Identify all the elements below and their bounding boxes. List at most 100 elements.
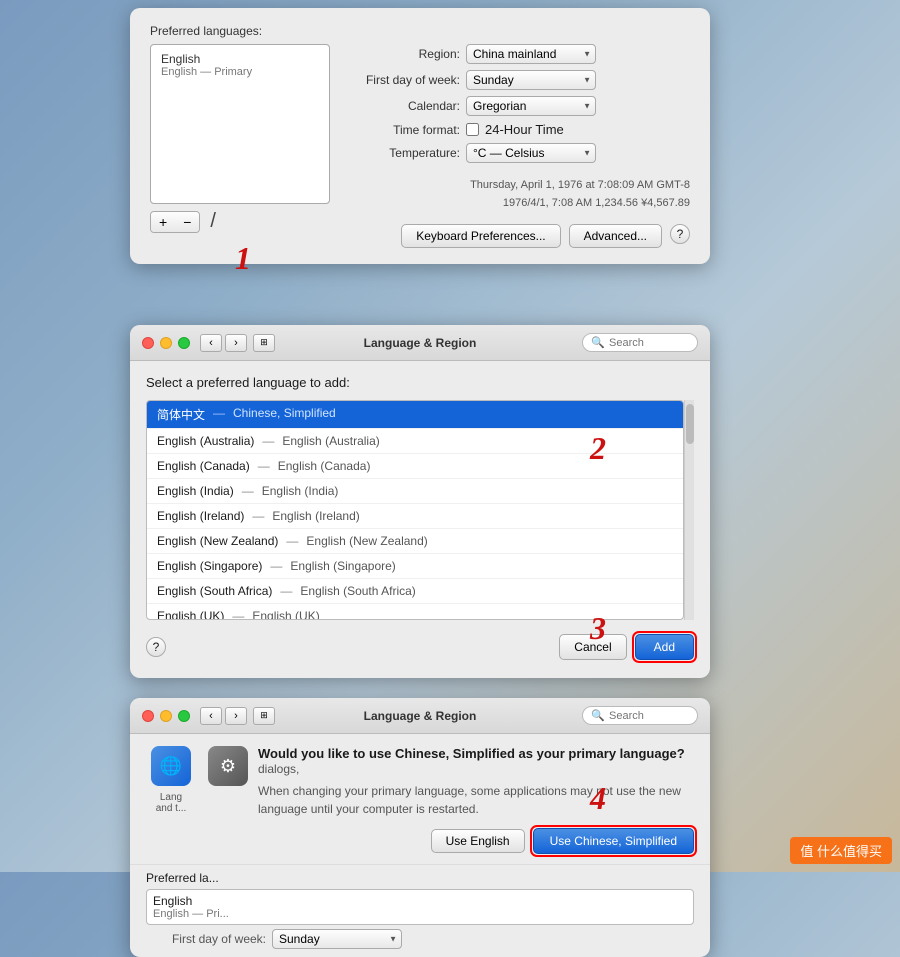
keyboard-preferences-button[interactable]: Keyboard Preferences... (401, 224, 560, 248)
panel3-first-day-select[interactable]: Sunday (272, 929, 402, 949)
language-native: English (161, 52, 319, 66)
lang-native: 简体中文 (157, 406, 205, 423)
preferred-lang-label: Preferred la... (146, 871, 694, 885)
calendar-select-wrapper[interactable]: Gregorian (466, 96, 596, 116)
region-label: Region: (350, 47, 460, 61)
lang-item-english-ca[interactable]: English (Canada) — English (Canada) (147, 454, 683, 479)
pref-lang-native: English (153, 894, 687, 908)
lang-english: English (UK) (252, 609, 319, 620)
panel2-search-box[interactable]: 🔍 (582, 333, 698, 352)
lang-english: English (South Africa) (300, 584, 415, 598)
scrollbar[interactable] (684, 400, 694, 620)
lang-native: English (Canada) (157, 459, 250, 473)
calendar-select[interactable]: Gregorian (466, 96, 596, 116)
lang-english: English (India) (262, 484, 339, 498)
panel3-search-input[interactable] (609, 710, 689, 722)
lang-english: English (Ireland) (272, 509, 359, 523)
lang-dash: — (213, 406, 225, 423)
maximize-button[interactable] (178, 337, 190, 349)
lang-english: English (Canada) (278, 459, 371, 473)
grid-button[interactable]: ⊞ (253, 334, 275, 352)
help-button[interactable]: ? (670, 224, 690, 244)
back-button[interactable]: ‹ (200, 334, 222, 352)
first-day-select[interactable]: Sunday (466, 70, 596, 90)
first-day-label: First day of week: (350, 73, 460, 87)
panel3-back-button[interactable]: ‹ (200, 707, 222, 725)
preferred-lang-value: English English — Pri... (146, 889, 694, 925)
panel2-footer: ? Cancel Add (146, 634, 694, 664)
calendar-row: Calendar: Gregorian (350, 96, 690, 116)
scroll-thumb[interactable] (686, 404, 694, 444)
lang-english: Chinese, Simplified (233, 406, 336, 423)
lang-picker-list: 简体中文 — Chinese, Simplified English (Aust… (146, 400, 684, 620)
panel2-titlebar: ‹ › ⊞ Language & Region 🔍 (130, 325, 710, 361)
temperature-select-wrapper[interactable]: °C — Celsius (466, 143, 596, 163)
temperature-row: Temperature: °C — Celsius (350, 143, 690, 163)
panel3-titlebar: ‹ › ⊞ Language & Region 🔍 (130, 698, 710, 734)
dialog-description: When changing your primary language, som… (258, 782, 694, 818)
language-list-item-english[interactable]: English English — Primary (155, 49, 325, 81)
temperature-select[interactable]: °C — Celsius (466, 143, 596, 163)
cancel-button[interactable]: Cancel (559, 634, 626, 660)
lang-english: English (Australia) (282, 434, 379, 448)
first-day-row: First day of week: Sunday (350, 70, 690, 90)
use-chinese-button[interactable]: Use Chinese, Simplified (533, 828, 694, 854)
lang-item-english-au[interactable]: English (Australia) — English (Australia… (147, 429, 683, 454)
panel3-close-button[interactable] (142, 710, 154, 722)
panel3-minimize-button[interactable] (160, 710, 172, 722)
panel3-forward-button[interactable]: › (225, 707, 247, 725)
lang-item-english-za[interactable]: English (South Africa) — English (South … (147, 579, 683, 604)
time-format-row: Time format: 24-Hour Time (350, 122, 690, 137)
language-description: English — Primary (161, 66, 319, 78)
panel3-maximize-button[interactable] (178, 710, 190, 722)
add-button[interactable]: Add (635, 634, 694, 660)
panel2-help-button[interactable]: ? (146, 637, 166, 657)
lang-native: English (New Zealand) (157, 534, 278, 548)
lang-native: English (Ireland) (157, 509, 244, 523)
close-button[interactable] (142, 337, 154, 349)
sidebar-lang-text: Langand t... (156, 792, 187, 814)
panel1-language-region: Preferred languages: English English — P… (130, 8, 710, 264)
time-format-checkbox[interactable] (466, 123, 479, 136)
panel2-header-label: Select a preferred language to add: (146, 375, 694, 390)
lang-region-icon: 🌐 (151, 746, 191, 786)
lang-native: English (UK) (157, 609, 224, 620)
region-select-wrapper[interactable]: China mainland (466, 44, 596, 64)
lang-item-english-ie[interactable]: English (Ireland) — English (Ireland) (147, 504, 683, 529)
add-remove-box: + − (150, 211, 200, 233)
lang-dash: — (242, 484, 254, 498)
lang-item-english-nz[interactable]: English (New Zealand) — English (New Zea… (147, 529, 683, 554)
panel1-right-settings: Region: China mainland First day of week… (350, 44, 690, 248)
preview-text: Thursday, April 1, 1976 at 7:08:09 AM GM… (350, 177, 690, 212)
panel3-body: 🌐 Langand t... ⚙ Would you like to use C… (130, 734, 710, 864)
dialog-content: Would you like to use Chinese, Simplifie… (258, 746, 694, 818)
lang-item-english-sg[interactable]: English (Singapore) — English (Singapore… (147, 554, 683, 579)
lang-item-english-uk[interactable]: English (UK) — English (UK) (147, 604, 683, 620)
panel2-search-input[interactable] (609, 337, 689, 349)
region-select[interactable]: China mainland (466, 44, 596, 64)
traffic-lights (142, 337, 190, 349)
time-format-text: 24-Hour Time (485, 122, 564, 137)
panel3-first-day-select-wrapper[interactable]: Sunday (272, 929, 402, 949)
use-english-button[interactable]: Use English (431, 829, 525, 853)
lang-dash: — (252, 509, 264, 523)
lang-item-simplified-chinese[interactable]: 简体中文 — Chinese, Simplified (147, 401, 683, 429)
gear-icon: ⚙ (208, 746, 248, 786)
dialog-title: Would you like to use Chinese, Simplifie… (258, 746, 694, 776)
lang-native: English (India) (157, 484, 234, 498)
language-list-box[interactable]: English English — Primary (150, 44, 330, 204)
panel3-search-box[interactable]: 🔍 (582, 706, 698, 725)
watermark: 值 什么值得买 (790, 837, 892, 864)
panel3-traffic-lights (142, 710, 190, 722)
lang-dash: — (270, 559, 282, 573)
lang-native: English (Singapore) (157, 559, 262, 573)
lang-item-english-in[interactable]: English (India) — English (India) (147, 479, 683, 504)
minimize-button[interactable] (160, 337, 172, 349)
advanced-button[interactable]: Advanced... (569, 224, 662, 248)
first-day-select-wrapper[interactable]: Sunday (466, 70, 596, 90)
forward-button[interactable]: › (225, 334, 247, 352)
preferred-languages-label: Preferred languages: (150, 24, 690, 38)
remove-language-button[interactable]: − (175, 212, 199, 232)
panel3-grid-button[interactable]: ⊞ (253, 707, 275, 725)
add-language-button[interactable]: + (151, 212, 175, 232)
